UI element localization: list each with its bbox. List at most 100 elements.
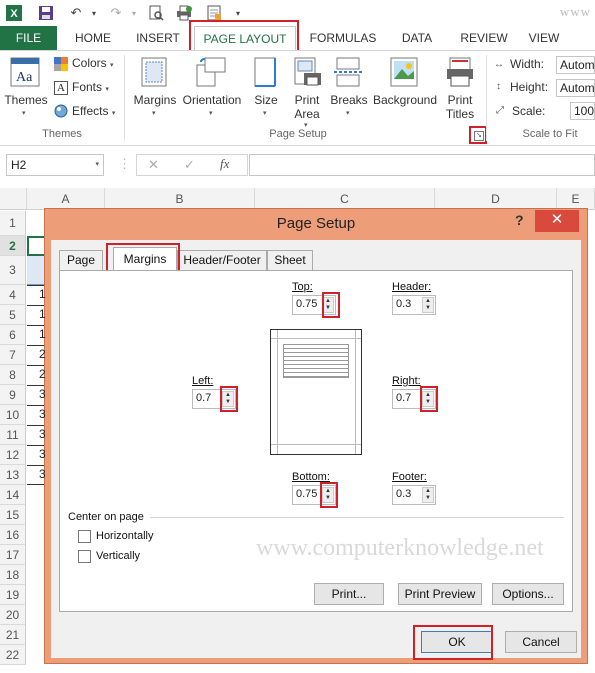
close-button[interactable]: ✕	[535, 210, 579, 232]
orientation-button[interactable]: Orientation	[180, 93, 244, 107]
themes-icon[interactable]: Aa	[10, 57, 40, 90]
watermark-text: www.computerknowledge.net	[256, 535, 544, 561]
width-label: Width:	[510, 57, 545, 71]
row-header[interactable]: 8	[0, 365, 26, 385]
row-header[interactable]: 9	[0, 385, 26, 405]
enter-icon[interactable]: ✓	[184, 157, 195, 173]
preview-footer-line	[271, 444, 361, 445]
orientation-dropdown-icon[interactable]: ▾	[209, 109, 213, 117]
print-titles-button[interactable]: Print Titles	[442, 93, 478, 121]
footer-margin-spinner[interactable]: 0.3 ▲ ▼	[392, 485, 436, 505]
column-header-a[interactable]: A	[27, 188, 105, 210]
tab-page[interactable]: Page	[59, 250, 103, 270]
left-label: Left:	[192, 375, 214, 387]
spinner-arrows-icon[interactable]: ▲ ▼	[422, 297, 434, 313]
insert-function-icon[interactable]: fx	[220, 156, 229, 172]
column-header-e[interactable]: E	[557, 188, 595, 210]
row-header[interactable]: 15	[0, 505, 26, 525]
row-header[interactable]: 13	[0, 465, 26, 485]
row-header[interactable]: 19	[0, 585, 26, 605]
name-box[interactable]: H2 ▾	[6, 154, 104, 176]
row-header[interactable]: 16	[0, 525, 26, 545]
options-button[interactable]: Options...	[492, 583, 564, 605]
cancel-icon[interactable]: ✕	[148, 157, 159, 173]
horizontally-checkbox[interactable]	[78, 530, 91, 543]
margins-icon	[141, 57, 167, 90]
themes-group-label: Themes	[42, 128, 82, 140]
vertically-checkbox[interactable]	[78, 550, 91, 563]
height-select[interactable]: Autom	[556, 79, 595, 97]
tab-view[interactable]: VIEW	[522, 26, 566, 50]
tab-insert[interactable]: INSERT	[128, 26, 188, 50]
tab-header-footer[interactable]: Header/Footer	[177, 250, 267, 270]
row-header[interactable]: 10	[0, 405, 26, 425]
row-header[interactable]: 20	[0, 605, 26, 625]
row-header[interactable]: 1	[0, 211, 26, 236]
effects-button[interactable]: Effects ▾	[72, 104, 115, 118]
print-preview-button[interactable]: Print Preview	[398, 583, 482, 605]
fonts-button[interactable]: Fonts ▾	[72, 80, 109, 94]
tab-data[interactable]: DATA	[390, 26, 444, 50]
name-box-dropdown-icon[interactable]: ▾	[95, 155, 99, 175]
row-header[interactable]: 14	[0, 485, 26, 505]
print-button[interactable]: Print...	[314, 583, 384, 605]
effects-label: Effects	[72, 104, 109, 118]
row-header[interactable]: 4	[0, 285, 26, 305]
row-header[interactable]: 5	[0, 305, 26, 325]
themes-button[interactable]: Themes	[4, 93, 48, 107]
select-all-corner[interactable]	[0, 188, 27, 210]
header-margin-value: 0.3	[396, 298, 412, 310]
height-label: Height:	[510, 80, 549, 94]
margins-button[interactable]: Margins	[130, 93, 180, 107]
tab-sheet[interactable]: Sheet	[267, 250, 313, 270]
row-header[interactable]: 22	[0, 645, 26, 665]
top-spinner-highlight	[322, 292, 340, 318]
column-header-b[interactable]: B	[105, 188, 255, 210]
tab-file[interactable]: FILE	[0, 26, 57, 50]
cell-value: 1	[39, 307, 46, 321]
row-header[interactable]: 18	[0, 565, 26, 585]
spinner-arrows-icon[interactable]: ▲ ▼	[422, 487, 434, 503]
tab-formulas[interactable]: FORMULAS	[304, 26, 382, 50]
colors-button[interactable]: Colors ▾	[72, 56, 114, 70]
undo-icon[interactable]: ↶	[66, 3, 86, 23]
size-button[interactable]: Size	[248, 93, 284, 107]
preview-left-line	[277, 330, 278, 454]
background-button[interactable]: Background	[372, 93, 438, 107]
themes-dropdown-icon[interactable]: ▾	[22, 109, 26, 117]
left-spinner-highlight	[220, 386, 238, 412]
row-header[interactable]: 6	[0, 325, 26, 345]
cell-value: 2	[39, 367, 46, 381]
width-select[interactable]: Autom	[556, 56, 595, 74]
breaks-dropdown-icon[interactable]: ▾	[346, 109, 350, 117]
column-header-d[interactable]: D	[435, 188, 557, 210]
breaks-button[interactable]: Breaks	[328, 93, 370, 107]
bottom-spinner-highlight	[320, 482, 338, 508]
row-header[interactable]: 7	[0, 345, 26, 365]
size-dropdown-icon[interactable]: ▾	[263, 109, 267, 117]
tab-home[interactable]: HOME	[64, 26, 122, 50]
tab-review[interactable]: REVIEW	[452, 26, 516, 50]
row-header[interactable]: 12	[0, 445, 26, 465]
help-icon[interactable]: ?	[515, 212, 524, 228]
redo-dropdown-icon[interactable]: ▾	[124, 3, 144, 23]
undo-dropdown-icon[interactable]: ▾	[84, 3, 104, 23]
column-header-c[interactable]: C	[255, 188, 435, 210]
name-box-value: H2	[11, 158, 27, 172]
row-header[interactable]: 11	[0, 425, 26, 445]
redo-icon[interactable]: ↷	[106, 3, 126, 23]
print-preview-icon[interactable]	[146, 3, 166, 23]
row-header[interactable]: 3	[0, 256, 26, 285]
scale-input[interactable]: 100%	[570, 102, 595, 120]
cancel-button[interactable]: Cancel	[505, 631, 577, 653]
row-header-selected[interactable]: 2	[0, 236, 26, 256]
header-margin-spinner[interactable]: 0.3 ▲ ▼	[392, 295, 436, 315]
formula-input[interactable]	[249, 154, 595, 176]
row-header[interactable]: 17	[0, 545, 26, 565]
save-icon[interactable]	[36, 3, 56, 23]
effects-icon	[54, 104, 68, 121]
margins-dropdown-icon[interactable]: ▾	[152, 109, 156, 117]
print-area-button[interactable]: Print Area	[288, 93, 326, 121]
cell-value: 3	[39, 387, 46, 401]
row-header[interactable]: 21	[0, 625, 26, 645]
